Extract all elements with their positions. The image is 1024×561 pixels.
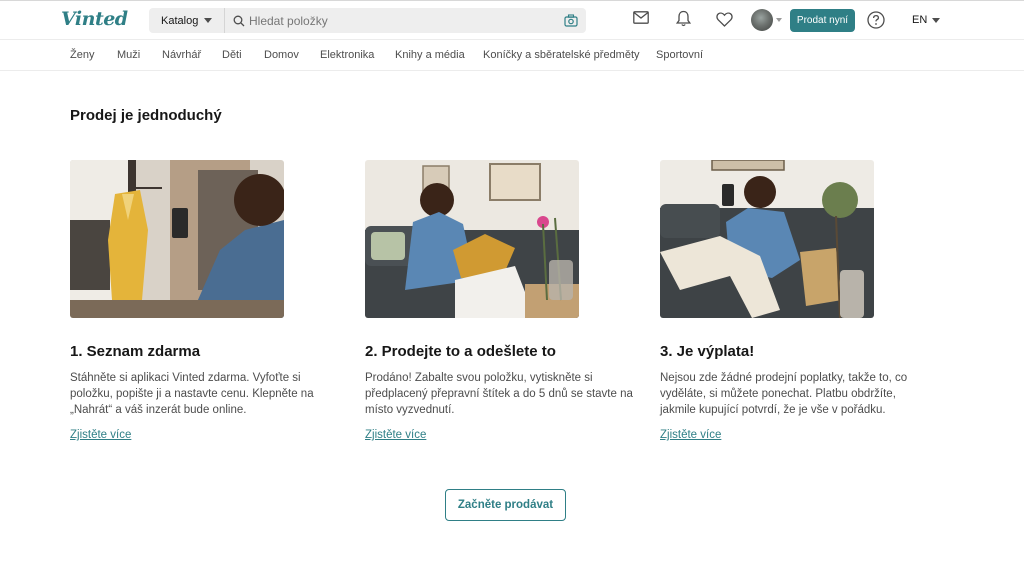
chevron-down-icon bbox=[204, 18, 213, 23]
category-konicky[interactable]: Koníčky a sběratelské předměty bbox=[483, 49, 640, 61]
search-bar: Katalog bbox=[149, 8, 586, 33]
sell-now-button[interactable]: Prodat nyní bbox=[790, 9, 855, 32]
step-1-learn-more-link[interactable]: Zjistěte více bbox=[70, 429, 131, 441]
step-1-text: Stáhněte si aplikaci Vinted zdarma. Vyfo… bbox=[70, 372, 314, 416]
search-divider bbox=[224, 8, 225, 33]
step-3-title: 3. Je výplata! bbox=[660, 343, 755, 360]
language-selector[interactable]: EN bbox=[912, 14, 941, 26]
chevron-down-icon bbox=[932, 17, 941, 23]
category-deti[interactable]: Děti bbox=[222, 49, 242, 61]
step-2-title: 2. Prodejte to a odešlete to bbox=[365, 343, 556, 360]
camera-icon[interactable] bbox=[564, 14, 578, 32]
mail-icon[interactable] bbox=[633, 11, 649, 29]
start-selling-button[interactable]: Začněte prodávat bbox=[445, 489, 566, 521]
catalog-dropdown[interactable]: Katalog bbox=[149, 8, 222, 33]
category-domov[interactable]: Domov bbox=[264, 49, 299, 61]
heart-icon[interactable] bbox=[716, 12, 733, 32]
step-3-photo bbox=[660, 160, 874, 318]
search-icon bbox=[233, 14, 245, 32]
search-input[interactable] bbox=[249, 8, 549, 33]
category-elektronika[interactable]: Elektronika bbox=[320, 49, 374, 61]
chevron-down-icon[interactable] bbox=[776, 18, 782, 22]
step-3-learn-more-link[interactable]: Zjistěte více bbox=[660, 429, 721, 441]
category-nav: Ženy Muži Návrhář Děti Domov Elektronika… bbox=[0, 39, 1024, 71]
category-zeny[interactable]: Ženy bbox=[70, 49, 94, 61]
step-2-learn-more-link[interactable]: Zjistěte více bbox=[365, 429, 426, 441]
category-navrhar[interactable]: Návrhář bbox=[162, 49, 201, 61]
vinted-logo[interactable]: Vinted bbox=[61, 8, 128, 30]
catalog-label: Katalog bbox=[161, 14, 199, 27]
category-muzi[interactable]: Muži bbox=[117, 49, 140, 61]
bell-icon[interactable] bbox=[675, 10, 692, 32]
step-3-text: Nejsou zde žádné prodejní poplatky, takž… bbox=[660, 372, 908, 416]
avatar[interactable] bbox=[751, 9, 773, 31]
language-label: EN bbox=[912, 14, 928, 26]
help-icon[interactable] bbox=[867, 11, 885, 34]
step-1-title: 1. Seznam zdarma bbox=[70, 343, 201, 360]
step-2-photo bbox=[365, 160, 579, 318]
category-knihy-a-media[interactable]: Knihy a média bbox=[395, 49, 465, 61]
step-1-photo bbox=[70, 160, 284, 318]
step-2-text: Prodáno! Zabalte svou položku, vytisknět… bbox=[365, 372, 633, 416]
section-title: Prodej je jednoduchý bbox=[70, 107, 222, 124]
top-header: Vinted Katalog Prodat nyní EN bbox=[0, 0, 1024, 39]
category-sportovni[interactable]: Sportovní bbox=[656, 49, 703, 61]
